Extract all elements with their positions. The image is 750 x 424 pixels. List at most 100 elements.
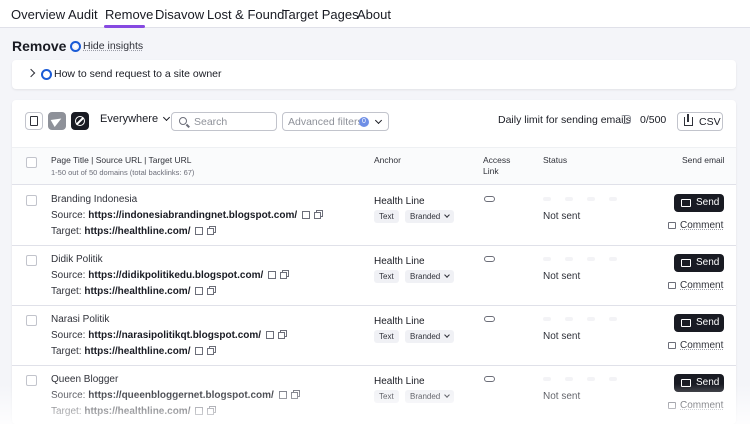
copy-icon[interactable]	[207, 288, 215, 295]
external-link-icon[interactable]	[268, 271, 277, 279]
status-progress	[543, 257, 617, 261]
comment-icon	[668, 342, 676, 349]
link-icon[interactable]	[484, 196, 495, 202]
advanced-filters-button[interactable]: Advanced filters 0	[282, 112, 389, 131]
upload-icon	[684, 114, 693, 126]
send-bulk-button[interactable]	[48, 112, 66, 130]
tab-target-pages[interactable]: Target Pages	[282, 7, 359, 22]
backlinks-table-card: Everywhere Advanced filters 0 Daily limi…	[12, 100, 736, 424]
source-url: https://didikpolitikedu.blogspot.com/	[88, 270, 264, 281]
row-checkbox[interactable]	[26, 375, 37, 386]
block-button[interactable]	[71, 112, 89, 130]
target-url: https://healthline.com/	[84, 226, 191, 237]
search-input[interactable]	[194, 115, 274, 129]
column-header-send-email: Send email	[682, 155, 725, 165]
comment-link[interactable]: Comment	[668, 220, 723, 231]
copy-icon[interactable]	[207, 228, 215, 235]
external-link-icon[interactable]	[302, 211, 311, 219]
branded-tag[interactable]: Branded	[405, 330, 455, 343]
column-header-page[interactable]: Page Title | Source URL | Target URL	[51, 155, 191, 165]
branded-tag-label: Branded	[410, 212, 441, 221]
branded-tag[interactable]: Branded	[405, 390, 455, 403]
row-checkbox[interactable]	[26, 315, 37, 326]
tab-about[interactable]: About	[357, 7, 391, 22]
advanced-filters-label: Advanced filters	[288, 116, 363, 128]
select-all-checkbox[interactable]	[26, 157, 37, 168]
page-title: Remove	[12, 38, 67, 54]
send-button[interactable]: Send	[674, 194, 724, 212]
info-icon[interactable]	[623, 115, 631, 124]
branded-tag-label: Branded	[410, 332, 441, 341]
anchor-type-tag: Text	[374, 330, 399, 343]
tab-audit[interactable]: Audit	[68, 7, 98, 22]
target-line: Target: https://healthline.com/	[51, 286, 215, 297]
copy-icon[interactable]	[207, 348, 215, 355]
status-text: Not sent	[543, 211, 581, 222]
status-progress	[543, 377, 617, 381]
csv-export-button[interactable]: CSV	[677, 112, 723, 131]
copy-icon[interactable]	[278, 332, 286, 339]
target-line: Target: https://healthline.com/	[51, 346, 215, 357]
copy-icon[interactable]	[290, 392, 298, 399]
hide-insights-link[interactable]: Hide insights	[83, 40, 143, 52]
copy-icon[interactable]	[207, 408, 215, 415]
send-button[interactable]: Send	[674, 314, 724, 332]
external-link-icon[interactable]	[266, 331, 275, 339]
comment-link[interactable]: Comment	[668, 340, 723, 351]
daily-limit-value: 0/500	[640, 114, 667, 126]
tab-overview[interactable]: Overview	[11, 7, 65, 22]
chevron-down-icon	[444, 212, 451, 218]
branded-tag[interactable]: Branded	[405, 270, 455, 283]
external-link-icon[interactable]	[278, 391, 287, 399]
export-doc-button[interactable]	[25, 112, 43, 130]
tab-remove[interactable]: Remove	[105, 7, 153, 22]
anchor-text: Health Line	[374, 256, 425, 267]
comment-link[interactable]: Comment	[668, 400, 723, 411]
target-url: https://healthline.com/	[84, 406, 191, 417]
target-url: https://healthline.com/	[84, 286, 191, 297]
scope-select[interactable]: Everywhere	[100, 113, 171, 125]
source-line: Source: https://didikpolitikedu.blogspot…	[51, 270, 288, 281]
chevron-down-icon	[444, 272, 451, 278]
send-button[interactable]: Send	[674, 374, 724, 392]
anchor-text: Health Line	[374, 316, 425, 327]
row-checkbox[interactable]	[26, 255, 37, 266]
row-checkbox[interactable]	[26, 195, 37, 206]
tab-disavow[interactable]: Disavow	[155, 7, 204, 22]
column-header-status[interactable]: Status	[543, 155, 567, 165]
filter-count-badge: 0	[359, 117, 369, 127]
status-progress	[543, 197, 617, 201]
external-link-icon[interactable]	[195, 227, 204, 235]
chevron-right-icon[interactable]	[26, 68, 36, 78]
table-row: Didik Politik Source: https://didikpolit…	[12, 246, 736, 306]
daily-limit-label: Daily limit for sending emails	[498, 114, 632, 126]
column-header-anchor[interactable]: Anchor	[374, 155, 401, 165]
branded-tag[interactable]: Branded	[405, 210, 455, 223]
send-label: Send	[696, 317, 720, 328]
link-icon[interactable]	[484, 316, 495, 322]
external-link-icon[interactable]	[195, 407, 204, 415]
source-line: Source: https://narasipolitikqt.blogspot…	[51, 330, 286, 341]
column-header-access-line1: Access	[483, 155, 511, 165]
tab-lost-found[interactable]: Lost & Found	[207, 7, 284, 22]
target-prefix: Target:	[51, 286, 85, 297]
external-link-icon[interactable]	[195, 287, 204, 295]
link-icon[interactable]	[484, 376, 495, 382]
howto-label[interactable]: How to send request to a site owner	[54, 68, 222, 80]
external-link-icon[interactable]	[195, 347, 204, 355]
source-prefix: Source:	[51, 210, 89, 221]
source-prefix: Source:	[51, 270, 89, 281]
comment-link[interactable]: Comment	[668, 280, 723, 291]
copy-icon[interactable]	[280, 272, 288, 279]
mail-icon	[681, 319, 691, 327]
copy-icon[interactable]	[314, 212, 322, 219]
send-button[interactable]: Send	[674, 254, 724, 272]
target-line: Target: https://healthline.com/	[51, 406, 215, 417]
page-title-cell: Queen Blogger	[51, 374, 119, 385]
anchor-text: Health Line	[374, 376, 425, 387]
page-title-cell: Branding Indonesia	[51, 194, 138, 205]
chevron-down-icon	[374, 116, 383, 125]
mail-icon	[681, 379, 691, 387]
link-icon[interactable]	[484, 256, 495, 262]
column-header-access-line2: Link	[483, 166, 499, 176]
